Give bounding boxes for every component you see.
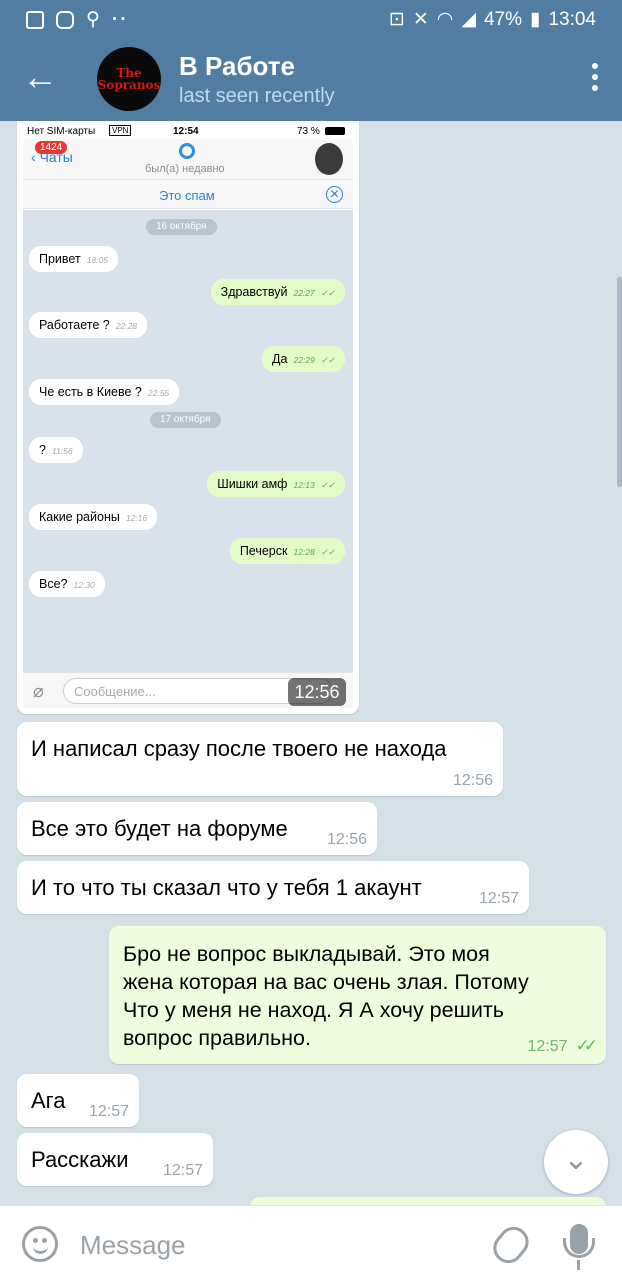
shot-avatar <box>315 143 343 175</box>
message-text: Расскажи <box>31 1147 129 1172</box>
shot-status: был(а) недавно <box>145 163 225 175</box>
message-bubble[interactable]: И написал сразу после твоего не находа 1… <box>17 722 503 796</box>
shot-battery: 73 % <box>297 126 320 137</box>
image-timestamp: 12:56 <box>288 678 346 706</box>
image-message[interactable]: Нет SIM-карты VPN 12:54 73 % 1424 ‹ Чаты… <box>17 121 359 714</box>
shot-close-icon: ✕ <box>326 186 343 203</box>
composer: Message <box>0 1205 622 1280</box>
message-time: 12:57 <box>527 1038 568 1055</box>
message-bubble[interactable]: И то что ты сказал что у тебя 1 акаунт 1… <box>17 861 529 914</box>
shot-logo-icon <box>179 143 195 159</box>
message-time: 12:57 <box>88 1103 129 1120</box>
chat-header: ← The Sopranos В Работе last seen recent… <box>0 37 622 121</box>
more-vert-icon[interactable] <box>592 63 598 91</box>
shot-vpn: VPN <box>109 125 132 136</box>
message-text: Ага <box>31 1088 66 1113</box>
chevron-down-icon: ⌄ <box>563 1143 589 1176</box>
message-bubble-outgoing[interactable]: Бро не вопрос выкладывай. Это моя жена к… <box>109 926 606 1064</box>
chat-title[interactable]: В Работе <box>179 51 295 82</box>
message-time: 12:57 <box>162 1162 203 1179</box>
message-time-wrap: 12:57 ✓✓ <box>527 1036 598 1056</box>
usb-icon: ⚲ <box>86 9 100 30</box>
message-text: И то что ты сказал что у тебя 1 акаунт <box>31 875 422 900</box>
status-bar: ⚲ ·· ⊡ ✕ ◠ ◢ 47% ▮ 13:04 <box>0 0 622 37</box>
scrollbar[interactable] <box>617 277 622 487</box>
scroll-down-button[interactable]: ⌄ <box>544 1130 608 1194</box>
shot-battery-icon <box>325 127 345 135</box>
shot-message: Привет 18:05 <box>29 246 118 272</box>
clock: 13:04 <box>548 8 596 30</box>
message-text: Все это будет на форуме <box>31 816 288 841</box>
shot-chat: 16 октября Привет 18:05 Здравствуй 22:27 ✓✓… <box>23 210 353 672</box>
message-text: И написал сразу после твоего не находа <box>31 736 447 761</box>
shot-message: Какие районы 12:16 <box>29 504 158 530</box>
shot-time: 12:54 <box>173 126 199 137</box>
alarm-icon: ⊡ <box>388 9 405 30</box>
shot-back: ‹ Чаты <box>31 149 73 165</box>
embedded-screenshot: Нет SIM-карты VPN 12:54 73 % 1424 ‹ Чаты… <box>23 121 353 708</box>
message-bubble[interactable]: Ага 12:57 <box>17 1074 139 1127</box>
shot-nav: 1424 ‹ Чаты был(а) недавно <box>23 139 353 179</box>
instagram-icon <box>56 10 74 29</box>
shot-date: 16 октября <box>146 219 217 235</box>
shot-paperclip-icon: ⌀ <box>33 681 44 701</box>
message-list[interactable]: Нет SIM-карты VPN 12:54 73 % 1424 ‹ Чаты… <box>0 121 622 1205</box>
shot-status-bar: Нет SIM-карты VPN 12:54 73 % <box>23 121 353 139</box>
shot-message: Шишки амф 12:13 ✓✓ <box>207 471 345 497</box>
avatar-text-bottom: Sopranos <box>97 78 161 92</box>
chat-status: last seen recently <box>179 85 335 107</box>
message-time: 12:57 <box>478 890 519 907</box>
shot-message: Да 22:29 ✓✓ <box>262 346 345 372</box>
shot-date: 17 октября <box>150 412 221 428</box>
message-bubble[interactable]: Расскажи 12:57 <box>17 1133 213 1186</box>
message-text: Бро не вопрос выкладывай. Это моя жена к… <box>123 942 529 1050</box>
microphone-icon[interactable] <box>563 1224 595 1270</box>
shot-spam-bar: Это спам ✕ <box>23 179 353 209</box>
shot-message: Здравствуй 22:27 ✓✓ <box>210 279 345 305</box>
message-input[interactable]: Message <box>80 1230 186 1261</box>
battery-percent: 47% <box>483 8 522 30</box>
signal-icon: ◢ <box>461 9 476 30</box>
shot-message: Печерск 12:28 ✓✓ <box>229 538 345 564</box>
more-notifications-icon: ·· <box>111 8 129 30</box>
message-time: 12:56 <box>326 831 367 848</box>
battery-icon: ▮ <box>529 9 541 30</box>
shot-message: ? 11:56 <box>29 437 83 463</box>
shot-message: Че есть в Киеве ? 22:55 <box>29 379 180 405</box>
shot-carrier: Нет SIM-карты <box>27 126 96 137</box>
wifi-icon: ◠ <box>436 9 454 30</box>
mute-icon: ✕ <box>412 9 429 30</box>
message-time: 12:56 <box>452 772 493 789</box>
message-bubble-partial <box>250 1197 606 1205</box>
back-arrow-icon[interactable]: ← <box>22 59 58 95</box>
message-bubble[interactable]: Все это будет на форуме 12:56 <box>17 802 377 855</box>
gallery-icon <box>26 10 44 29</box>
shot-message: Работаете ? 22:28 <box>29 312 148 338</box>
shot-spam-label: Это спам <box>159 188 215 203</box>
double-check-icon: ✓✓ <box>575 1036 598 1055</box>
avatar[interactable]: The Sopranos <box>97 47 161 111</box>
paperclip-icon[interactable] <box>487 1220 535 1270</box>
shot-message: Все? 12:30 <box>29 571 105 597</box>
shot-back-label: Чаты <box>39 149 73 165</box>
emoji-icon[interactable] <box>22 1226 58 1262</box>
